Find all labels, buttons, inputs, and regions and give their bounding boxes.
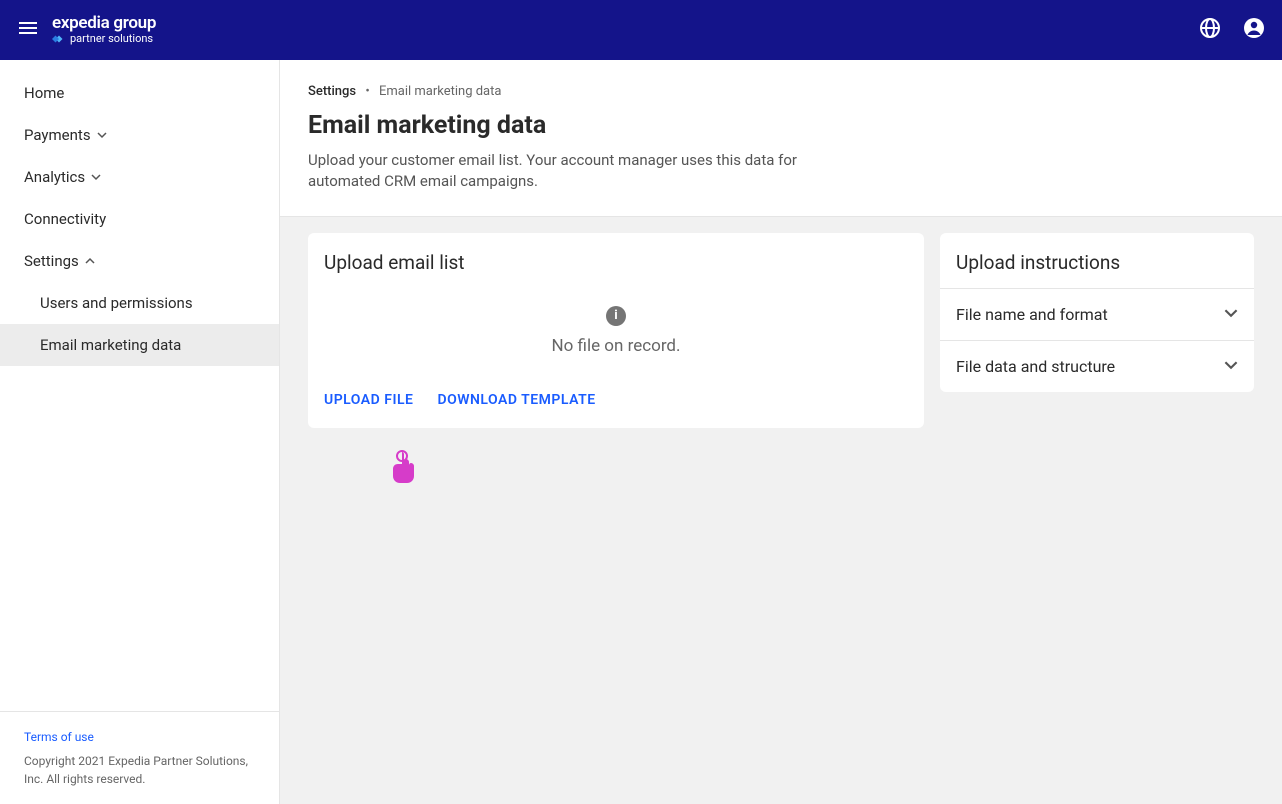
accordion-item-label: File name and format <box>956 305 1108 324</box>
terms-of-use-link[interactable]: Terms of use <box>24 728 255 746</box>
hamburger-menu-button[interactable] <box>16 16 40 44</box>
breadcrumb-separator: • <box>365 84 369 99</box>
upload-email-list-card: Upload email list i No file on record. U… <box>308 233 924 428</box>
page-title: Email marketing data <box>308 111 1254 140</box>
copyright-text: Copyright 2021 Expedia Partner Solutions… <box>24 754 248 786</box>
download-template-button[interactable]: Download Template <box>437 392 595 408</box>
upload-card-actions: Upload File Download Template <box>308 380 924 428</box>
sidebar-item-analytics[interactable]: Analytics <box>0 156 279 198</box>
header-right <box>1198 16 1266 44</box>
sidebar-item-users-and-permissions[interactable]: Users and permissions <box>0 282 279 324</box>
logo-mark-icon <box>52 32 66 46</box>
accordion-item-file-name-and-format[interactable]: File name and format <box>940 289 1254 341</box>
upload-instructions-card: Upload instructions File name and format… <box>940 233 1254 392</box>
breadcrumb: Settings • Email marketing data <box>308 84 1254 99</box>
sidebar-item-email-marketing-data[interactable]: Email marketing data <box>0 324 279 366</box>
chevron-up-icon <box>85 255 97 267</box>
account-icon <box>1242 16 1266 40</box>
sidebar-item-label: Home <box>24 84 64 102</box>
breadcrumb-current: Email marketing data <box>379 84 501 99</box>
chevron-down-icon <box>1224 357 1238 376</box>
chevron-down-icon <box>97 129 109 141</box>
sidebar-item-label: Payments <box>24 126 91 144</box>
sidebar-item-settings[interactable]: Settings <box>0 240 279 282</box>
account-button[interactable] <box>1242 16 1266 44</box>
sidebar-item-label: Email marketing data <box>40 336 181 354</box>
logo-subtitle: partner solutions <box>70 33 153 45</box>
upload-card-body: i No file on record. <box>308 274 924 380</box>
hamburger-icon <box>16 16 40 40</box>
accordion-item-file-data-and-structure[interactable]: File data and structure <box>940 341 1254 392</box>
upload-card-title: Upload email list <box>308 233 924 274</box>
no-file-text: No file on record. <box>324 336 908 356</box>
page-description: Upload your customer email list. Your ac… <box>308 150 868 192</box>
instructions-card-title: Upload instructions <box>940 233 1254 289</box>
chevron-down-icon <box>91 171 103 183</box>
sidebar-nav: Home Payments Analytics Connectivity Setting… <box>0 60 279 366</box>
logo-subtitle-row: partner solutions <box>52 32 156 46</box>
header-left: expedia group partner solutions <box>16 14 156 47</box>
layout: Home Payments Analytics Connectivity Setting… <box>0 60 1282 804</box>
sidebar-item-label: Settings <box>24 252 79 270</box>
main-content: Settings • Email marketing data Email ma… <box>280 60 1282 804</box>
sidebar-item-label: Analytics <box>24 168 85 186</box>
chevron-down-icon <box>1224 305 1238 324</box>
logo-title: expedia group <box>52 14 156 33</box>
sidebar-item-payments[interactable]: Payments <box>0 114 279 156</box>
sidebar: Home Payments Analytics Connectivity Setting… <box>0 60 280 804</box>
breadcrumb-parent[interactable]: Settings <box>308 84 356 99</box>
info-icon: i <box>606 306 626 326</box>
sidebar-item-connectivity[interactable]: Connectivity <box>0 198 279 240</box>
main-header: Settings • Email marketing data Email ma… <box>280 60 1282 217</box>
globe-icon <box>1198 16 1222 40</box>
accordion-item-label: File data and structure <box>956 357 1115 376</box>
sidebar-item-home[interactable]: Home <box>0 72 279 114</box>
language-button[interactable] <box>1198 16 1222 44</box>
upload-file-button[interactable]: Upload File <box>324 392 413 408</box>
app-header: expedia group partner solutions <box>0 0 1282 60</box>
content-area: Upload email list i No file on record. U… <box>280 217 1282 444</box>
sidebar-item-label: Users and permissions <box>40 294 193 312</box>
logo: expedia group partner solutions <box>52 14 156 47</box>
sidebar-item-label: Connectivity <box>24 210 106 228</box>
sidebar-footer: Terms of use Copyright 2021 Expedia Part… <box>0 711 279 804</box>
